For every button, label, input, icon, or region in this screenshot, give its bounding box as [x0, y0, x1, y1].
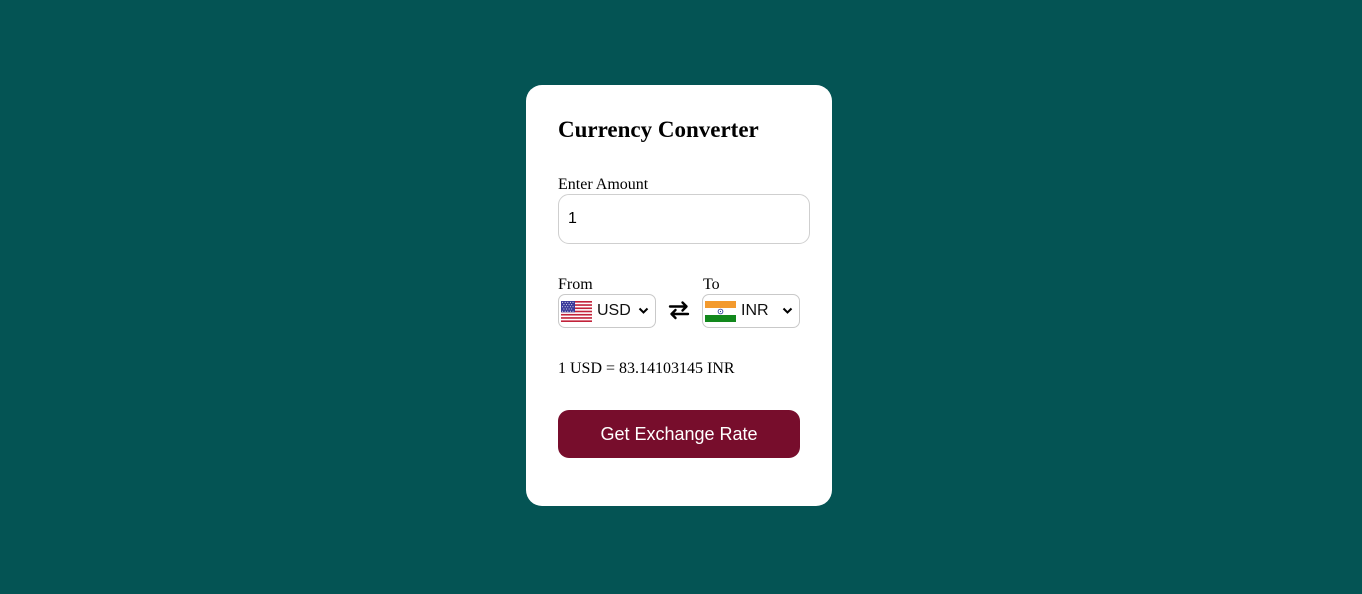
- us-flag-icon: [561, 300, 592, 322]
- to-label: To: [703, 276, 720, 293]
- chevron-down-icon: [782, 307, 793, 314]
- amount-input[interactable]: [558, 194, 810, 244]
- to-currency-select[interactable]: INR: [702, 294, 800, 328]
- india-flag-icon: [705, 300, 736, 322]
- get-exchange-rate-button[interactable]: Get Exchange Rate: [558, 410, 800, 458]
- swap-arrows-icon[interactable]: [668, 299, 690, 321]
- chevron-down-icon: [638, 307, 649, 314]
- exchange-rate-result: 1 USD = 83.14103145 INR: [558, 360, 735, 377]
- page-title: Currency Converter: [558, 117, 759, 142]
- from-currency-code: USD: [597, 302, 631, 319]
- amount-label: Enter Amount: [558, 176, 649, 193]
- converter-card: Currency Converter Enter Amount From USD: [526, 85, 832, 506]
- from-currency-select[interactable]: USD: [558, 294, 656, 328]
- from-label: From: [558, 276, 593, 293]
- to-currency-code: INR: [741, 302, 769, 319]
